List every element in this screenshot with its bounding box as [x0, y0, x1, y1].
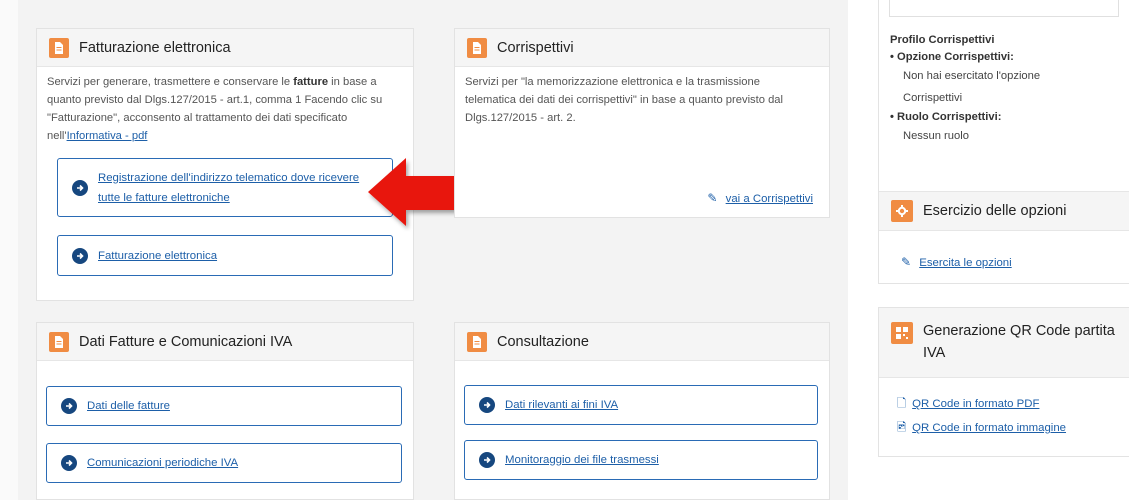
qr-title: Generazione QR Code partita IVA	[923, 323, 1115, 361]
opzione-label: • Opzione Corrispettivi:	[890, 51, 1014, 63]
qr-img-row: 🖻 QR Code in formato immagine	[897, 416, 1129, 440]
informativa-link[interactable]: Informativa - pdf	[67, 130, 148, 142]
comunicazioni-periodiche-label: Comunicazioni periodiche IVA	[87, 457, 239, 469]
gear-icon	[891, 200, 913, 222]
dati-rilevanti-label: Dati rilevanti ai fini IVA	[505, 399, 619, 411]
comunicazioni-periodiche-button[interactable]: Comunicazioni periodiche IVA	[46, 443, 402, 483]
arrow-right-icon	[72, 179, 88, 196]
corrispettivi-card: Corrispettivi Servizi per "la memorizzaz…	[454, 28, 830, 218]
top-input-remnant	[889, 0, 1119, 17]
desc-part-1: Servizi per generare, trasmettere e cons…	[47, 76, 294, 88]
arrow-right-icon	[479, 397, 495, 413]
pdf-icon: 🗋	[897, 398, 907, 410]
arrow-right-icon	[61, 455, 77, 471]
document-icon	[49, 331, 69, 352]
monitoraggio-button[interactable]: Monitoraggio dei file trasmessi	[464, 440, 818, 480]
opzione-label-text: Opzione Corrispettivi:	[897, 51, 1014, 63]
image-icon: 🖻	[897, 422, 907, 434]
esercita-link-wrap: ✎ Esercita le opzioni	[901, 255, 1012, 269]
consultazione-title: Consultazione	[497, 333, 589, 350]
profilo-block: Profilo Corrispettivi • Opzione Corrispe…	[879, 17, 1129, 147]
consultazione-header: Consultazione	[455, 323, 829, 361]
desc-bold: fatture	[293, 76, 329, 88]
fatturazione-elettronica-button[interactable]: Fatturazione elettronica	[57, 235, 393, 276]
arrow-right-icon	[72, 247, 88, 264]
registrazione-indirizzo-button[interactable]: Registrazione dell'indirizzo telematico …	[57, 158, 393, 217]
qr-header: Generazione QR Code partita IVA	[879, 308, 1129, 378]
esercizio-title: Esercizio delle opzioni	[923, 203, 1067, 219]
document-icon	[467, 37, 487, 58]
document-icon	[467, 331, 487, 352]
profilo-title: Profilo Corrispettivi	[890, 34, 995, 46]
corrispettivi-link-wrap: ✎ vai a Corrispettivi	[707, 191, 813, 205]
dati-fatture-title: Dati Fatture e Comunicazioni IVA	[79, 333, 293, 350]
qr-code-card: Generazione QR Code partita IVA 🗋 QR Code…	[878, 307, 1129, 457]
arrow-right-icon	[61, 398, 77, 414]
edit-icon: ✎	[901, 255, 912, 269]
document-icon	[49, 37, 69, 58]
fatturazione-elettronica-label: Fatturazione elettronica	[98, 249, 218, 262]
fatturazione-title: Fatturazione elettronica	[79, 39, 231, 56]
ruolo-value: Nessun ruolo	[903, 130, 969, 142]
dati-fatture-header: Dati Fatture e Comunicazioni IVA	[37, 323, 413, 361]
vai-a-corrispettivi-link[interactable]: vai a Corrispettivi	[726, 193, 813, 205]
corrispettivi-header: Corrispettivi	[455, 29, 829, 67]
profilo-corrispettivi-card: Profilo Corrispettivi • Opzione Corrispe…	[878, 0, 1129, 284]
monitoraggio-label: Monitoraggio dei file trasmessi	[505, 454, 659, 466]
dati-rilevanti-button[interactable]: Dati rilevanti ai fini IVA	[464, 385, 818, 425]
opzione-value-2: Corrispettivi	[903, 92, 963, 104]
fatturazione-header: Fatturazione elettronica	[37, 29, 413, 67]
qr-pdf-link[interactable]: QR Code in formato PDF	[912, 398, 1039, 410]
qr-pdf-row: 🗋 QR Code in formato PDF	[897, 392, 1129, 416]
arrow-right-icon	[479, 452, 495, 468]
corrispettivi-title: Corrispettivi	[497, 39, 574, 56]
qr-links: 🗋 QR Code in formato PDF 🖻 QR Code in form…	[879, 378, 1129, 440]
ruolo-label: • Ruolo Corrispettivi:	[890, 111, 1002, 123]
corrispettivi-description: Servizi per "la memorizzazione elettroni…	[465, 76, 784, 124]
registrazione-label: Registrazione dell'indirizzo telematico …	[98, 171, 360, 204]
dati-delle-fatture-label: Dati delle fatture	[87, 400, 170, 412]
opzione-value-1: Non hai esercitato l'opzione	[903, 70, 1041, 82]
qr-img-link[interactable]: QR Code in formato immagine	[912, 422, 1066, 434]
esercita-opzioni-link[interactable]: Esercita le opzioni	[919, 257, 1011, 269]
esercizio-header: Esercizio delle opzioni	[879, 191, 1129, 231]
edit-icon: ✎	[707, 191, 718, 205]
qr-code-icon	[891, 322, 913, 344]
ruolo-label-text: Ruolo Corrispettivi:	[897, 111, 1002, 123]
dati-delle-fatture-button[interactable]: Dati delle fatture	[46, 386, 402, 426]
fatturazione-description: Servizi per generare, trasmettere e cons…	[37, 67, 413, 153]
